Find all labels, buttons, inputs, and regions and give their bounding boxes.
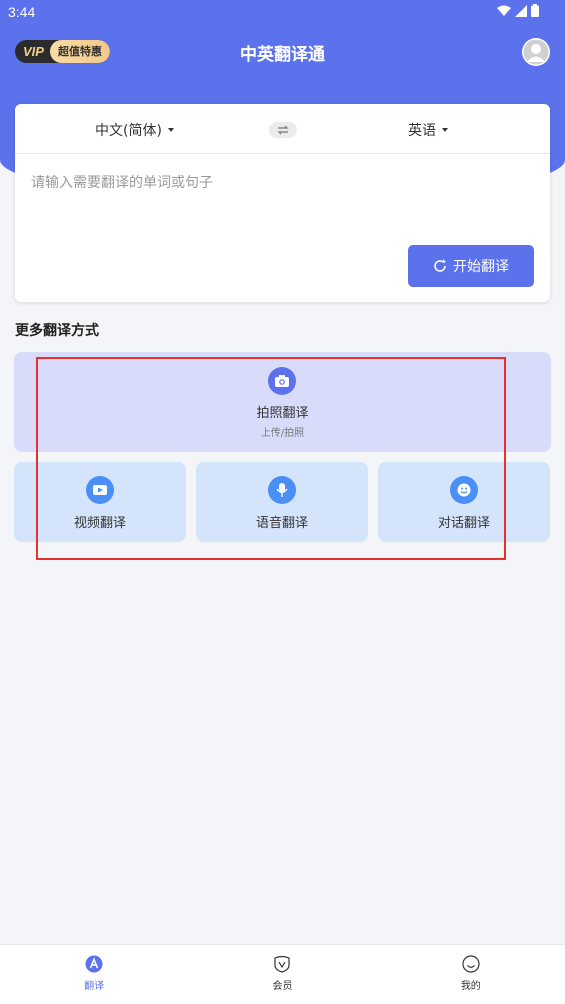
translate-icon [85,955,103,973]
user-avatar-icon [522,38,550,66]
vip-shield-icon [274,955,291,973]
profile-smile-icon [462,955,480,973]
nav-item-mine[interactable]: 我的 [377,945,565,1004]
nav-item-member[interactable]: 会员 [188,945,376,1004]
source-language-select[interactable]: 中文(简体) [95,120,174,140]
status-bar: 3:44 [0,0,565,24]
status-time: 3:44 [8,4,36,20]
translate-card: 中文(简体) 英语 请输入需要翻译的单词或句子 开始翻译 [15,104,550,302]
language-row: 中文(简体) 英语 [15,104,550,154]
swap-icon [277,125,289,135]
nav-label-translate: 翻译 [84,981,105,992]
avatar[interactable] [522,38,550,66]
app-title: 中英翻译通 [240,45,325,65]
target-language-label: 英语 [408,123,436,139]
more-methods-title: 更多翻译方式 [15,323,99,339]
nav-item-translate[interactable]: 翻译 [0,945,188,1004]
translate-button-label: 开始翻译 [453,259,509,275]
target-language-select[interactable]: 英语 [408,120,448,140]
text-input[interactable]: 请输入需要翻译的单词或句子 [31,172,213,192]
signal-icon [515,4,527,17]
nav-label-mine: 我的 [460,981,481,992]
refresh-icon [434,259,446,272]
swap-languages-button[interactable] [269,122,297,138]
source-language-label: 中文(简体) [95,123,162,139]
chevron-down-icon [442,128,448,132]
status-icons [497,4,539,17]
wifi-icon [497,5,511,16]
battery-icon [531,4,539,17]
bottom-nav: 翻译 会员 我的 [0,944,565,1004]
nav-label-member: 会员 [272,981,293,992]
translate-button[interactable]: 开始翻译 [408,245,534,287]
chevron-down-icon [167,128,174,132]
highlight-box [36,357,506,560]
